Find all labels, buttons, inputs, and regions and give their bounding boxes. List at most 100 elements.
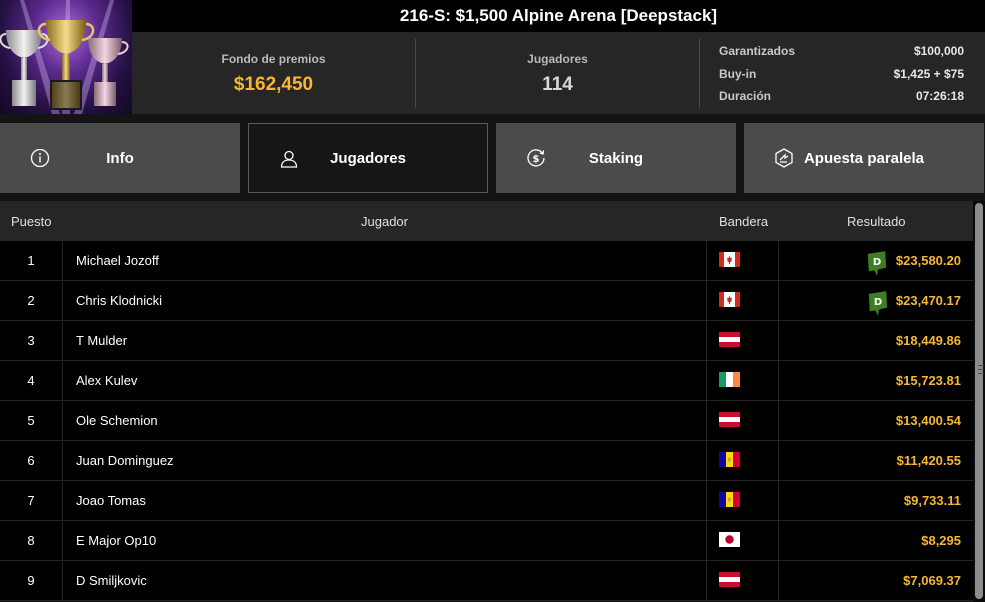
draftkings-badge-icon: D (868, 291, 888, 316)
duration-value: 07:26:18 (915, 89, 964, 103)
player-name[interactable]: T Mulder (76, 321, 127, 361)
players-stat: Jugadores 114 (416, 32, 699, 114)
flag-cell (706, 361, 779, 401)
result-column-header[interactable]: Resultado (847, 214, 906, 229)
svg-text:$: $ (533, 154, 540, 165)
guaranteed-label: Garantizados (719, 44, 796, 58)
table-row[interactable]: 4 Alex Kulev $15,723.81 (0, 361, 973, 401)
rank-cell: 1 (0, 241, 63, 281)
prize-pool-label: Fondo de premios (221, 52, 326, 66)
stats-divider (699, 39, 700, 108)
result-cell: $13,400.54 (895, 413, 961, 428)
table-header: Puesto Jugador Bandera Resultado (0, 201, 973, 241)
players-value: 114 (542, 74, 573, 95)
flag-cell (706, 481, 779, 521)
table-row[interactable]: 5 Ole Schemion $13,400.54 (0, 401, 973, 441)
tab-staking[interactable]: $ Staking (496, 123, 736, 193)
japan-flag-icon (719, 532, 740, 547)
prize-pool-stat: Fondo de premios $162,450 (132, 32, 415, 114)
andorra-flag-icon (719, 492, 740, 507)
canada-flag-icon (719, 252, 740, 267)
tournament-stats-panel: Fondo de premios $162,450 Jugadores 114 … (132, 32, 985, 114)
dollar-cycle-icon: $ (527, 149, 545, 167)
tournament-details: Garantizados $100,000 Buy-in $1,425 + $7… (719, 42, 964, 110)
buyin-label: Buy-in (719, 66, 757, 81)
tab-players[interactable]: Jugadores (248, 123, 488, 193)
badge-letter: D (873, 257, 881, 268)
scrollbar-thumb[interactable] (975, 203, 984, 599)
flag-cell (706, 441, 779, 481)
players-label: Jugadores (527, 52, 588, 66)
result-cell: $23,470.17 (895, 293, 961, 308)
result-cell: $7,069.37 (903, 573, 961, 588)
table-body: 1 Michael Jozoff D $23,580.20 2 Chris Kl… (0, 241, 973, 601)
user-icon (280, 150, 298, 168)
rank-cell: 4 (0, 361, 63, 401)
badge-letter: D (874, 297, 882, 308)
scrollbar-grip-line (978, 373, 984, 374)
duration-label: Duración (719, 89, 772, 103)
buyin-value: $1,425 + $75 (893, 66, 964, 81)
result-cell: $15,723.81 (895, 373, 961, 388)
table-row[interactable]: 2 Chris Klodnicki D $23,470.17 (0, 281, 973, 321)
guaranteed-row: Garantizados $100,000 (719, 42, 964, 65)
rank-cell: 6 (0, 441, 63, 481)
player-name[interactable]: Michael Jozoff (76, 241, 159, 281)
player-name[interactable]: Joao Tomas (76, 481, 146, 521)
player-name[interactable]: Ole Schemion (76, 401, 158, 441)
ireland-flag-icon (719, 372, 740, 387)
players-table: Puesto Jugador Bandera Resultado 1 Micha… (0, 201, 973, 601)
flag-column-header[interactable]: Bandera (719, 214, 768, 229)
player-column-header[interactable]: Jugador (361, 214, 408, 229)
flag-cell (706, 401, 779, 441)
scrollbar[interactable] (973, 201, 985, 602)
rank-cell: 9 (0, 561, 63, 601)
scrollbar-grip-line (978, 369, 984, 370)
side-bet-icon (775, 148, 793, 168)
table-row[interactable]: 7 Joao Tomas $9,733.11 (0, 481, 973, 521)
player-name[interactable]: E Major Op10 (76, 521, 156, 561)
player-name[interactable]: D Smiljkovic (76, 561, 147, 601)
table-row[interactable]: 8 E Major Op10 $8,295 (0, 521, 973, 561)
rank-cell: 2 (0, 281, 63, 321)
result-cell: $11,420.55 (896, 453, 961, 468)
buyin-row: Buy-in $1,425 + $75 (719, 65, 964, 88)
rank-cell: 8 (0, 521, 63, 561)
result-cell: $8,295 (921, 533, 961, 548)
rank-cell: 5 (0, 401, 63, 441)
andorra-flag-icon (719, 452, 740, 467)
flag-cell (706, 561, 779, 601)
duration-row: Duración 07:26:18 (719, 87, 964, 110)
info-icon (30, 148, 50, 168)
austria-flag-icon (719, 572, 740, 587)
draftkings-badge-icon: D (867, 251, 887, 276)
guaranteed-value: $100,000 (913, 44, 964, 58)
result-cell: $23,580.20 (895, 253, 961, 268)
austria-flag-icon (719, 412, 740, 427)
austria-flag-icon (719, 332, 740, 347)
rank-cell: 3 (0, 321, 63, 361)
result-cell: $9,733.11 (903, 493, 961, 508)
player-name[interactable]: Chris Klodnicki (76, 281, 162, 321)
flag-cell (706, 241, 779, 281)
table-row[interactable]: 9 D Smiljkovic $7,069.37 (0, 561, 973, 601)
flag-cell (706, 521, 779, 561)
rank-cell: 7 (0, 481, 63, 521)
flag-cell (706, 281, 779, 321)
player-name[interactable]: Juan Dominguez (76, 441, 174, 481)
tournament-title: 216-S: $1,500 Alpine Arena [Deepstack] (132, 0, 985, 32)
tab-side-bet[interactable]: Apuesta paralela (744, 123, 984, 193)
table-row[interactable]: 1 Michael Jozoff D $23,580.20 (0, 241, 973, 281)
player-name[interactable]: Alex Kulev (76, 361, 137, 401)
canada-flag-icon (719, 292, 740, 307)
prize-pool-value: $162,450 (233, 74, 314, 95)
trophy-icon (0, 0, 129, 114)
tournament-tabs: Info Jugadores $ Staking Apuesta paralel… (0, 123, 985, 193)
table-row[interactable]: 3 T Mulder $18,449.86 (0, 321, 973, 361)
flag-cell (706, 321, 779, 361)
rank-column-header[interactable]: Puesto (11, 214, 51, 229)
tournament-banner-image (0, 0, 132, 114)
table-row[interactable]: 6 Juan Dominguez $11,420.55 (0, 441, 973, 481)
scrollbar-grip-line (978, 365, 984, 366)
tab-info[interactable]: Info (0, 123, 240, 193)
